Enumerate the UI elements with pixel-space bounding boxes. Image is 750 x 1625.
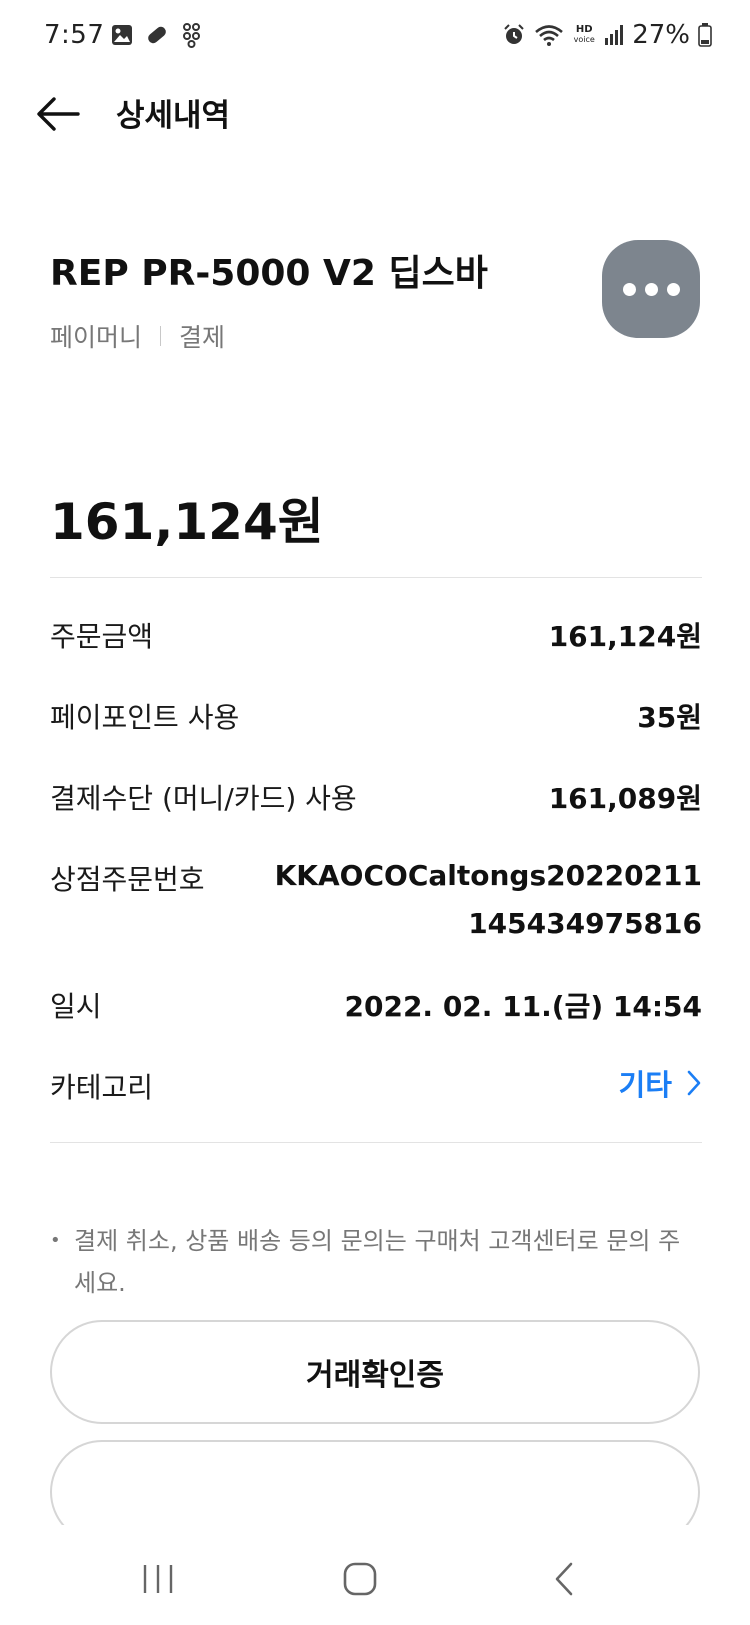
- transaction-receipt-button[interactable]: 거래확인증: [50, 1320, 700, 1424]
- home-icon: [343, 1562, 377, 1596]
- app-header: 상세내역: [0, 72, 750, 162]
- order-amount-label: 주문금액: [50, 620, 154, 653]
- divider: [50, 1142, 702, 1143]
- back-button[interactable]: [28, 84, 88, 144]
- recent-apps-button[interactable]: [128, 1557, 188, 1601]
- home-button[interactable]: [330, 1557, 390, 1601]
- back-nav-button[interactable]: [534, 1557, 594, 1601]
- total-amount: 161,124원: [50, 493, 324, 551]
- product-title: REP PR-5000 V2 딥스바: [50, 253, 488, 294]
- wifi-icon: [535, 25, 564, 46]
- more-options-button[interactable]: [602, 240, 700, 338]
- notice-text: 결제 취소, 상품 배송 등의 문의는 구매처 고객센터로 문의 주세요.: [74, 1227, 681, 1297]
- payment-source: 페이머니 결제: [50, 318, 225, 354]
- payment-method-label: 결제수단 (머니/카드) 사용: [50, 782, 357, 815]
- more-dot-icon: [644, 282, 658, 296]
- divider: [50, 577, 702, 578]
- payment-service: 페이머니: [50, 323, 143, 352]
- more-dot-icon: [666, 282, 680, 296]
- pill-icon: [148, 26, 166, 44]
- page-title: 상세내역: [116, 98, 231, 134]
- gallery-icon: [112, 25, 132, 45]
- status-time: 7:57: [44, 20, 105, 50]
- payment-type: 결제: [179, 323, 226, 352]
- date-label: 일시: [50, 990, 102, 1023]
- system-status: HD voice 27%: [502, 20, 712, 50]
- category-value: 기타: [618, 1068, 672, 1102]
- chevron-right-icon: [687, 1070, 701, 1096]
- order-amount-value: 161,124원: [548, 620, 702, 653]
- order-number-label: 상점주문번호: [50, 863, 205, 896]
- category-link[interactable]: 기타: [619, 1062, 702, 1104]
- notification-icons: [110, 22, 204, 48]
- recent-apps-icon: [143, 1565, 173, 1593]
- hd-voice-icon: HD voice: [573, 24, 595, 45]
- back-arrow-icon: [37, 97, 80, 131]
- navigation-bar: [0, 1525, 750, 1625]
- transaction-receipt-label: 거래확인증: [306, 1358, 444, 1393]
- payment-method-value: 161,089원: [548, 782, 702, 815]
- back-chevron-icon: [555, 1562, 573, 1596]
- signal-icon: [605, 25, 624, 45]
- category-label: 카테고리: [50, 1071, 154, 1104]
- bullet-icon: •: [50, 1230, 61, 1251]
- battery-percent: 27%: [632, 20, 690, 50]
- date-value: 2022. 02. 11.(금) 14:54: [344, 990, 703, 1023]
- inquiry-notice: • 결제 취소, 상품 배송 등의 문의는 구매처 고객센터로 문의 주세요.: [50, 1220, 702, 1304]
- battery-icon: [698, 23, 712, 47]
- status-bar: 7:57 HD voice 27%: [0, 0, 750, 72]
- paypoint-value: 35원: [637, 701, 702, 734]
- app-notification-icon: [183, 23, 200, 48]
- paypoint-label: 페이포인트 사용: [50, 701, 240, 734]
- order-number-value: KKAOCOCaltongs20220211145434975816: [274, 859, 702, 940]
- separator: [160, 326, 162, 346]
- alarm-icon: [504, 24, 524, 44]
- more-dot-icon: [622, 282, 636, 296]
